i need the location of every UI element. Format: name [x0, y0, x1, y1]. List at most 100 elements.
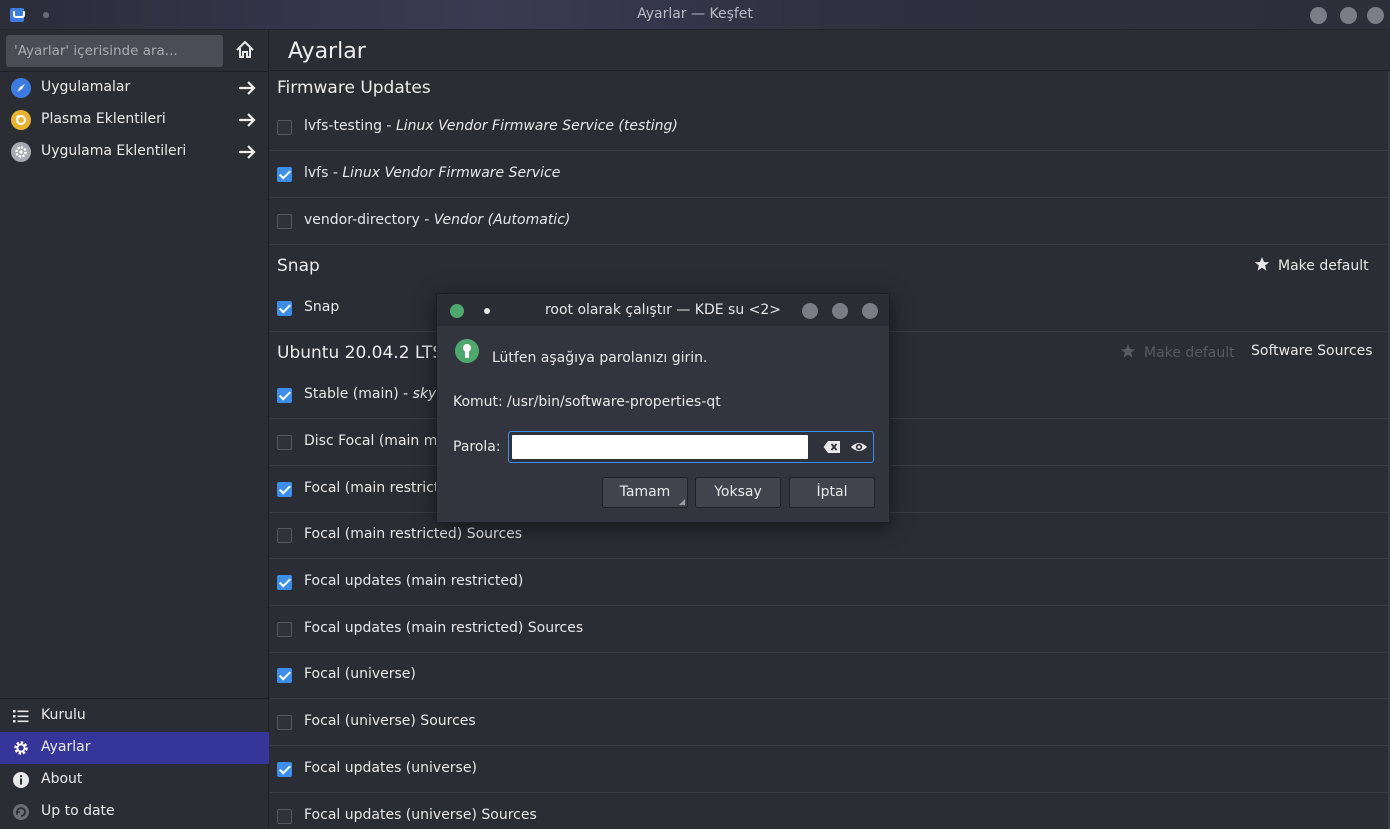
- make-default-button[interactable]: Make default: [1254, 256, 1369, 274]
- source-label: lvfs-testing - Linux Vendor Firmware Ser…: [304, 118, 678, 134]
- sidebar: 'Ayarlar' içerisinde ara... Uygulamalar …: [0, 30, 269, 829]
- checkbox[interactable]: [277, 809, 292, 824]
- sidebar-item-app-addons[interactable]: Uygulama Eklentileri: [0, 136, 269, 168]
- maximize-button[interactable]: [832, 303, 848, 319]
- update-icon: [13, 804, 29, 820]
- minimize-button[interactable]: [1310, 7, 1327, 24]
- checkbox[interactable]: [277, 167, 292, 182]
- star-icon: [1254, 257, 1270, 271]
- sidebar-item-label: Uygulamalar: [41, 79, 131, 95]
- source-name: Snap: [304, 299, 340, 315]
- sidebar-item-settings[interactable]: Ayarlar: [0, 732, 269, 764]
- list-item[interactable]: Focal updates (universe) Sources: [270, 793, 1388, 829]
- source-label: lvfs - Linux Vendor Firmware Service: [304, 165, 561, 181]
- gear-icon: [11, 142, 31, 162]
- plasma-icon: [11, 110, 31, 130]
- list-item[interactable]: vendor-directory - Vendor (Automatic): [270, 198, 1388, 245]
- home-icon[interactable]: [233, 38, 257, 62]
- list-item[interactable]: lvfs-testing - Linux Vendor Firmware Ser…: [270, 104, 1388, 151]
- software-sources-button[interactable]: Software Sources: [1251, 343, 1373, 359]
- compass-icon: [11, 78, 31, 98]
- source-name: lvfs: [304, 165, 329, 181]
- dialog-title: root olarak çalıştır — KDE su <2>: [544, 302, 782, 318]
- source-name: Focal (main restricte: [304, 480, 448, 496]
- source-name: Stable (main): [304, 386, 399, 402]
- source-label: vendor-directory - Vendor (Automatic): [304, 212, 571, 228]
- make-default-button[interactable]: Make default: [1120, 343, 1235, 361]
- checkbox[interactable]: [277, 388, 292, 403]
- divider: [270, 70, 1390, 71]
- source-name: Focal updates (universe) Sources: [304, 807, 537, 823]
- source-name: vendor-directory: [304, 212, 420, 228]
- list-item[interactable]: Focal updates (main restricted): [270, 559, 1388, 606]
- checkbox[interactable]: [277, 214, 292, 229]
- sidebar-item-label: Kurulu: [41, 707, 86, 723]
- cancel-button[interactable]: İptal: [789, 477, 875, 508]
- arrow-right-icon: [239, 113, 256, 127]
- clear-text-icon[interactable]: [823, 439, 841, 455]
- menu-indicator-icon: [679, 499, 685, 505]
- checkbox[interactable]: [277, 435, 292, 450]
- sidebar-item-plasma-addons[interactable]: Plasma Eklentileri: [0, 104, 269, 136]
- show-password-icon[interactable]: [850, 439, 868, 455]
- ignore-button[interactable]: Yoksay: [695, 477, 781, 508]
- kdesu-dialog: root olarak çalıştır — KDE su <2> Lütfen…: [436, 293, 890, 523]
- close-button[interactable]: [1367, 7, 1384, 24]
- maximize-button[interactable]: [1340, 7, 1357, 24]
- sidebar-item-label: Uygulama Eklentileri: [41, 143, 187, 159]
- window-title: Ayarlar — Keşfet: [637, 6, 753, 22]
- sidebar-item-label: Ayarlar: [41, 739, 91, 755]
- password-field-frame: [508, 431, 874, 463]
- search-input[interactable]: 'Ayarlar' içerisinde ara...: [6, 35, 223, 67]
- checkbox[interactable]: [277, 120, 292, 135]
- sidebar-item-about[interactable]: About: [0, 764, 269, 796]
- source-description: Vendor (Automatic): [433, 212, 571, 228]
- source-name: Focal (universe) Sources: [304, 713, 476, 729]
- sidebar-item-applications[interactable]: Uygulamalar: [0, 72, 269, 104]
- source-name: Focal updates (main restricted): [304, 573, 524, 589]
- password-label: Parola:: [453, 439, 501, 455]
- ok-button-label: Tamam: [619, 484, 671, 500]
- checkbox[interactable]: [277, 622, 292, 637]
- source-name: Focal updates (universe): [304, 760, 477, 776]
- section-heading: Firmware Updates: [277, 78, 431, 98]
- ok-button[interactable]: Tamam: [602, 477, 688, 508]
- list-item[interactable]: Focal (universe) Sources: [270, 699, 1388, 746]
- checkbox[interactable]: [277, 528, 292, 543]
- divider: [0, 698, 269, 699]
- star-icon: [1120, 344, 1136, 358]
- sidebar-item-label: About: [41, 771, 83, 787]
- checkbox[interactable]: [277, 482, 292, 497]
- section-heading: Snap: [277, 256, 320, 276]
- source-name: Focal (main restricted) Sources: [304, 526, 523, 542]
- sidebar-item-updates[interactable]: Up to date: [0, 796, 269, 828]
- checkbox[interactable]: [277, 668, 292, 683]
- sidebar-item-label: Up to date: [41, 803, 115, 819]
- minimize-button[interactable]: [802, 303, 818, 319]
- list-item[interactable]: lvfs - Linux Vendor Firmware Service: [270, 151, 1388, 198]
- info-icon: [13, 772, 29, 788]
- page-title: Ayarlar: [288, 39, 366, 64]
- password-input[interactable]: [512, 435, 808, 459]
- source-description: Linux Vendor Firmware Service: [342, 165, 561, 181]
- sidebar-item-label: Plasma Eklentileri: [41, 111, 166, 127]
- make-default-label: Make default: [1144, 345, 1235, 361]
- source-label: Stable (main) - skype: [304, 386, 454, 402]
- checkbox[interactable]: [277, 762, 292, 777]
- list-item[interactable]: Focal (universe): [270, 652, 1388, 699]
- sidebar-item-installed[interactable]: Kurulu: [0, 700, 269, 732]
- source-name: lvfs-testing: [304, 118, 382, 134]
- checkbox[interactable]: [277, 715, 292, 730]
- list-item[interactable]: Focal updates (main restricted) Sources: [270, 606, 1388, 653]
- command-label: Komut:: [453, 394, 503, 410]
- arrow-right-icon: [239, 81, 256, 95]
- checkbox[interactable]: [277, 575, 292, 590]
- checkbox[interactable]: [277, 301, 292, 316]
- close-button[interactable]: [862, 303, 878, 319]
- arrow-right-icon: [239, 145, 256, 159]
- lock-icon: [455, 339, 479, 363]
- window-titlebar: Ayarlar — Keşfet: [0, 0, 1390, 30]
- source-name: Focal (universe): [304, 666, 416, 682]
- dialog-message: Lütfen aşağıya parolanızı girin.: [492, 350, 708, 366]
- list-item[interactable]: Focal updates (universe): [270, 746, 1388, 793]
